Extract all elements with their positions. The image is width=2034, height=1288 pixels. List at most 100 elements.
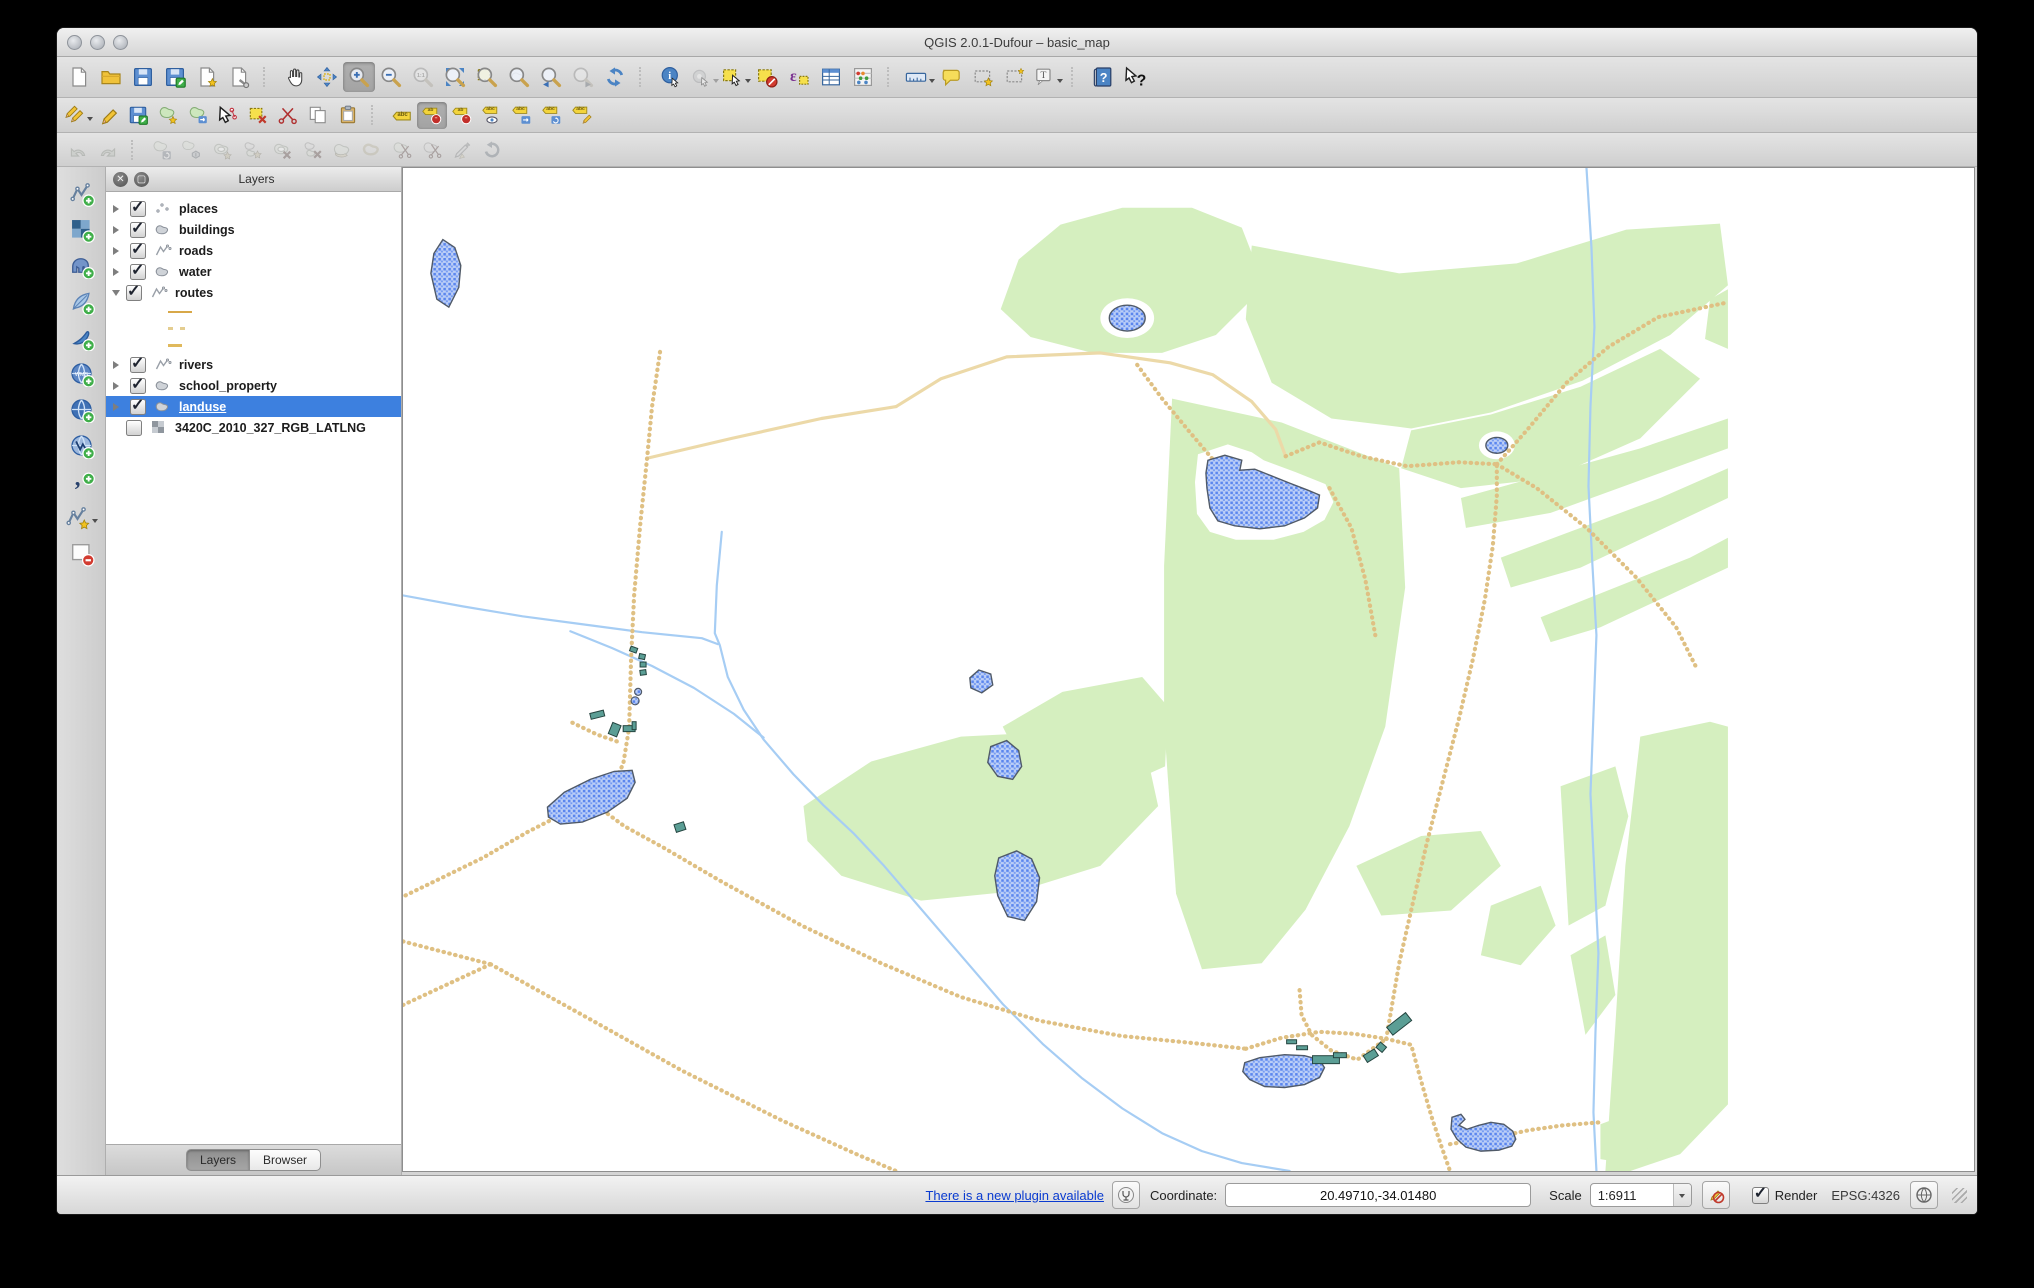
change-label-properties-button[interactable]: abc <box>567 102 597 129</box>
plugin-indicator-icon[interactable] <box>1111 1181 1140 1209</box>
layer-label[interactable]: landuse <box>179 400 226 414</box>
add-feature-button[interactable] <box>153 102 183 129</box>
zoom-to-selection-button[interactable] <box>471 62 503 92</box>
move-label-button[interactable]: abc <box>507 102 537 129</box>
collapse-icon[interactable] <box>112 289 120 300</box>
show-hide-labels-button[interactable]: abc <box>477 102 507 129</box>
move-feature-button[interactable] <box>183 102 213 129</box>
resize-grip[interactable] <box>1952 1187 1967 1203</box>
show-bookmarks-button[interactable] <box>999 62 1031 92</box>
layer-item-landuse[interactable]: landuse <box>106 395 401 417</box>
add-raster-layer-button[interactable] <box>62 211 100 247</box>
add-vector-layer-button[interactable] <box>62 175 100 211</box>
layer-visibility-checkbox[interactable] <box>130 218 146 238</box>
new-project-button[interactable] <box>63 62 95 92</box>
expand-icon[interactable] <box>113 402 123 411</box>
tab-browser[interactable]: Browser <box>250 1149 322 1171</box>
toggle-editing-button[interactable] <box>93 102 123 129</box>
add-mssql-layer-button[interactable] <box>62 319 100 355</box>
current-edits-button[interactable] <box>63 102 93 129</box>
identify-features-button[interactable]: i <box>655 62 687 92</box>
layer-item-rivers[interactable]: rivers <box>106 353 401 375</box>
open-project-button[interactable] <box>95 62 127 92</box>
layer-item-places[interactable]: places <box>106 197 401 219</box>
layer-item-routes[interactable]: routes <box>106 281 401 303</box>
labeling-button[interactable]: abc <box>387 102 417 129</box>
composer-manager-button[interactable] <box>223 62 255 92</box>
pan-to-selection-button[interactable] <box>311 62 343 92</box>
layer-visibility-checkbox[interactable] <box>130 395 146 415</box>
new-bookmark-button[interactable] <box>967 62 999 92</box>
layer-tree[interactable]: places buildings roads water routes rivers sch… <box>106 192 401 1144</box>
layer-visibility-checkbox[interactable] <box>130 374 146 394</box>
layer-label[interactable]: 3420C_2010_327_RGB_LATLNG <box>175 421 366 435</box>
layer-item-school_property[interactable]: school_property <box>106 374 401 396</box>
remove-layer-button[interactable] <box>62 535 100 571</box>
add-delimited-text-layer-button[interactable]: , <box>62 463 100 499</box>
add-wms-layer-button[interactable]: WMS <box>62 355 100 391</box>
stop-rendering-button[interactable] <box>1701 1181 1730 1209</box>
add-spatialite-layer-button[interactable] <box>62 283 100 319</box>
measure-line-button[interactable] <box>903 62 935 92</box>
layer-item-water[interactable]: water <box>106 260 401 282</box>
open-attribute-table-button[interactable] <box>815 62 847 92</box>
help-contents-button[interactable]: ? <box>1087 62 1119 92</box>
dropdown-arrow-icon[interactable] <box>744 78 751 86</box>
cut-features-button[interactable] <box>273 102 303 129</box>
save-layer-edits-button[interactable] <box>123 102 153 129</box>
map-tips-button[interactable] <box>935 62 967 92</box>
add-wcs-layer-button[interactable] <box>62 391 100 427</box>
scale-dropdown-icon[interactable] <box>1672 1184 1691 1206</box>
dropdown-arrow-icon[interactable] <box>712 78 719 86</box>
pin-unpin-labels-button[interactable]: ab <box>417 101 447 129</box>
add-postgis-layer-button[interactable] <box>62 247 100 283</box>
layer-item-buildings[interactable]: buildings <box>106 218 401 240</box>
layer-visibility-checkbox[interactable] <box>130 239 146 259</box>
layer-visibility-checkbox[interactable] <box>126 281 142 301</box>
dropdown-arrow-icon[interactable] <box>1056 78 1063 86</box>
copy-features-button[interactable] <box>303 102 333 129</box>
map-canvas[interactable] <box>402 167 1975 1172</box>
layer-label[interactable]: places <box>179 202 218 216</box>
dropdown-arrow-icon[interactable] <box>928 78 935 86</box>
expand-icon[interactable] <box>113 204 123 213</box>
save-project-button[interactable] <box>127 62 159 92</box>
layer-visibility-checkbox[interactable] <box>130 260 146 280</box>
tab-layers[interactable]: Layers <box>185 1149 250 1171</box>
select-features-button[interactable] <box>719 62 751 92</box>
expand-icon[interactable] <box>113 267 123 276</box>
layer-label[interactable]: school_property <box>179 379 277 393</box>
zoom-out-button[interactable] <box>375 62 407 92</box>
panel-float-icon[interactable]: ▢ <box>134 171 149 187</box>
refresh-map-button[interactable] <box>599 62 631 92</box>
dropdown-arrow-icon[interactable] <box>92 518 98 526</box>
layer-item-3420C_2010_327_RGB_LATLNG[interactable]: 3420C_2010_327_RGB_LATLNG <box>106 417 401 438</box>
layer-label[interactable]: routes <box>175 286 213 300</box>
save-project-as-button[interactable] <box>159 62 191 92</box>
layer-visibility-checkbox[interactable] <box>130 197 146 217</box>
expand-icon[interactable] <box>113 246 123 255</box>
text-annotation-button[interactable]: T <box>1031 62 1063 92</box>
expand-icon[interactable] <box>113 381 123 390</box>
expand-icon[interactable] <box>113 360 123 369</box>
crs-status-button[interactable] <box>1910 1181 1938 1209</box>
pan-map-button[interactable] <box>279 62 311 92</box>
layer-label[interactable]: roads <box>179 244 213 258</box>
new-print-composer-button[interactable] <box>191 62 223 92</box>
expand-icon[interactable] <box>113 225 123 234</box>
layer-visibility-checkbox[interactable] <box>126 419 142 436</box>
layer-item-roads[interactable]: roads <box>106 239 401 261</box>
zoom-to-layer-button[interactable] <box>503 62 535 92</box>
highlight-pinned-labels-button[interactable]: ab <box>447 102 477 129</box>
title-bar[interactable]: QGIS 2.0.1-Dufour – basic_map <box>57 28 1977 57</box>
rotate-label-button[interactable]: abc <box>537 102 567 129</box>
layer-visibility-checkbox[interactable] <box>130 353 146 373</box>
add-wfs-layer-button[interactable] <box>62 427 100 463</box>
node-tool-button[interactable] <box>213 102 243 129</box>
new-shapefile-layer-button[interactable] <box>62 499 100 535</box>
dropdown-arrow-icon[interactable] <box>86 116 93 124</box>
render-checkbox[interactable] <box>1751 1183 1769 1204</box>
zoom-in-button[interactable] <box>343 62 375 92</box>
panel-close-icon[interactable]: ✕ <box>113 171 128 187</box>
layer-label[interactable]: buildings <box>179 223 235 237</box>
